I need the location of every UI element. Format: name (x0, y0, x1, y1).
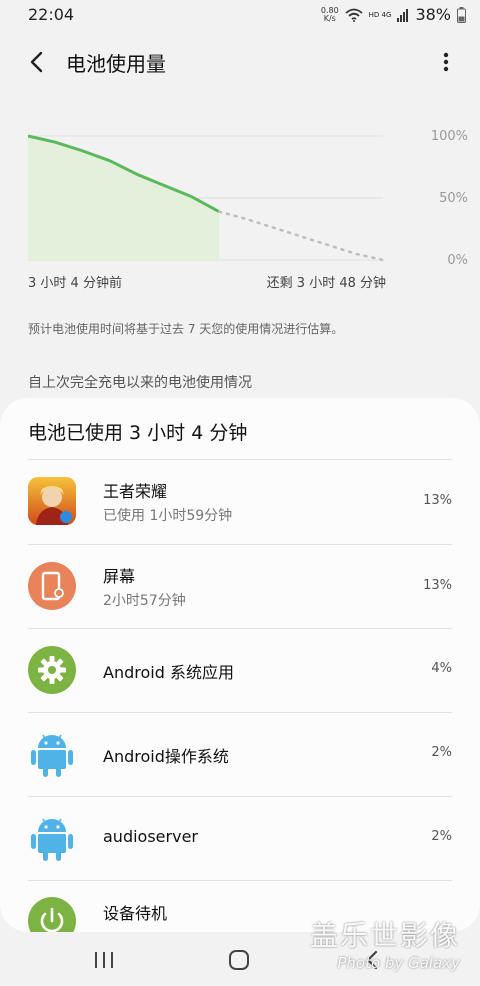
app-name: audioserver (103, 827, 198, 846)
game-app-icon (28, 477, 76, 525)
status-time: 22:04 (28, 5, 75, 24)
usage-percent: 2% (431, 745, 452, 760)
more-options-icon[interactable] (434, 48, 458, 76)
usage-card: 电池已使用 3 小时 4 分钟 王者荣耀 已使用 1小时59分钟 13% 屏幕 (0, 398, 480, 932)
app-usage-time: 已使用 1小时59分钟 (103, 508, 233, 524)
home-icon[interactable] (228, 949, 250, 971)
section-header: 自上次完全充电以来的电池使用情况 (28, 375, 252, 391)
chart-end-label: 还剩 3 小时 48 分钟 (266, 276, 386, 291)
app-name: 设备待机 (103, 904, 168, 923)
usage-row-king-of-glory[interactable]: 王者荣耀 已使用 1小时59分钟 13% (0, 460, 480, 544)
battery-icon (457, 6, 466, 23)
back-arrow-icon[interactable] (24, 48, 52, 76)
watermark-credit: Photo by Galaxy (337, 954, 460, 972)
usage-percent: 13% (423, 578, 452, 593)
app-bar: 电池使用量 (0, 38, 480, 86)
recent-apps-icon[interactable] (92, 950, 116, 970)
wifi-icon (345, 8, 363, 22)
battery-usage-chart: 100% 50% 0% (28, 129, 468, 268)
page-title: 电池使用量 (66, 52, 166, 76)
estimate-note: 预计电池使用时间将基于过去 7 天您的使用情况进行估算。 (28, 322, 344, 336)
app-usage-time: 2小时57分钟 (103, 593, 186, 609)
usage-percent: 4% (431, 661, 452, 676)
power-icon (28, 897, 76, 932)
chart-start-label: 3 小时 4 分钟前 (28, 276, 122, 291)
y-tick-label: 0% (447, 253, 468, 268)
usage-row-android-system-apps[interactable]: Android 系统应用 4% (0, 629, 480, 713)
battery-percent: 38% (415, 5, 451, 24)
screen-icon (28, 562, 76, 610)
android-icon (31, 818, 73, 861)
app-name: Android 系统应用 (103, 663, 234, 682)
y-tick-label: 100% (431, 129, 468, 144)
app-name: Android操作系统 (103, 747, 229, 766)
usage-percent: 13% (423, 493, 452, 508)
watermark-title: 盖乐世影像 (309, 919, 460, 952)
usage-percent: 2% (431, 829, 452, 844)
card-title: 电池已使用 3 小时 4 分钟 (28, 422, 248, 444)
usage-row-audioserver[interactable]: audioserver 2% (0, 797, 480, 881)
usage-row-android-os[interactable]: Android操作系统 2% (0, 713, 480, 797)
gear-icon (28, 646, 76, 694)
signal-icon (397, 8, 409, 22)
usage-row-screen[interactable]: 屏幕 2小时57分钟 13% (0, 545, 480, 629)
app-name: 王者荣耀 (103, 482, 168, 501)
usage-area (28, 136, 220, 260)
status-bar: 22:04 0.80 K/s HD 4G 38% (0, 0, 480, 30)
app-name: 屏幕 (103, 567, 136, 586)
photo-watermark: 盖乐世影像 Photo by Galaxy (310, 914, 460, 972)
y-tick-label: 50% (439, 191, 468, 206)
network-speed: 0.80 K/s (320, 5, 339, 23)
network-type-label: HD 4G (368, 10, 392, 19)
status-icons: 0.80 K/s HD 4G 38% (321, 5, 466, 24)
prediction-line (217, 210, 385, 262)
android-icon (31, 734, 73, 777)
